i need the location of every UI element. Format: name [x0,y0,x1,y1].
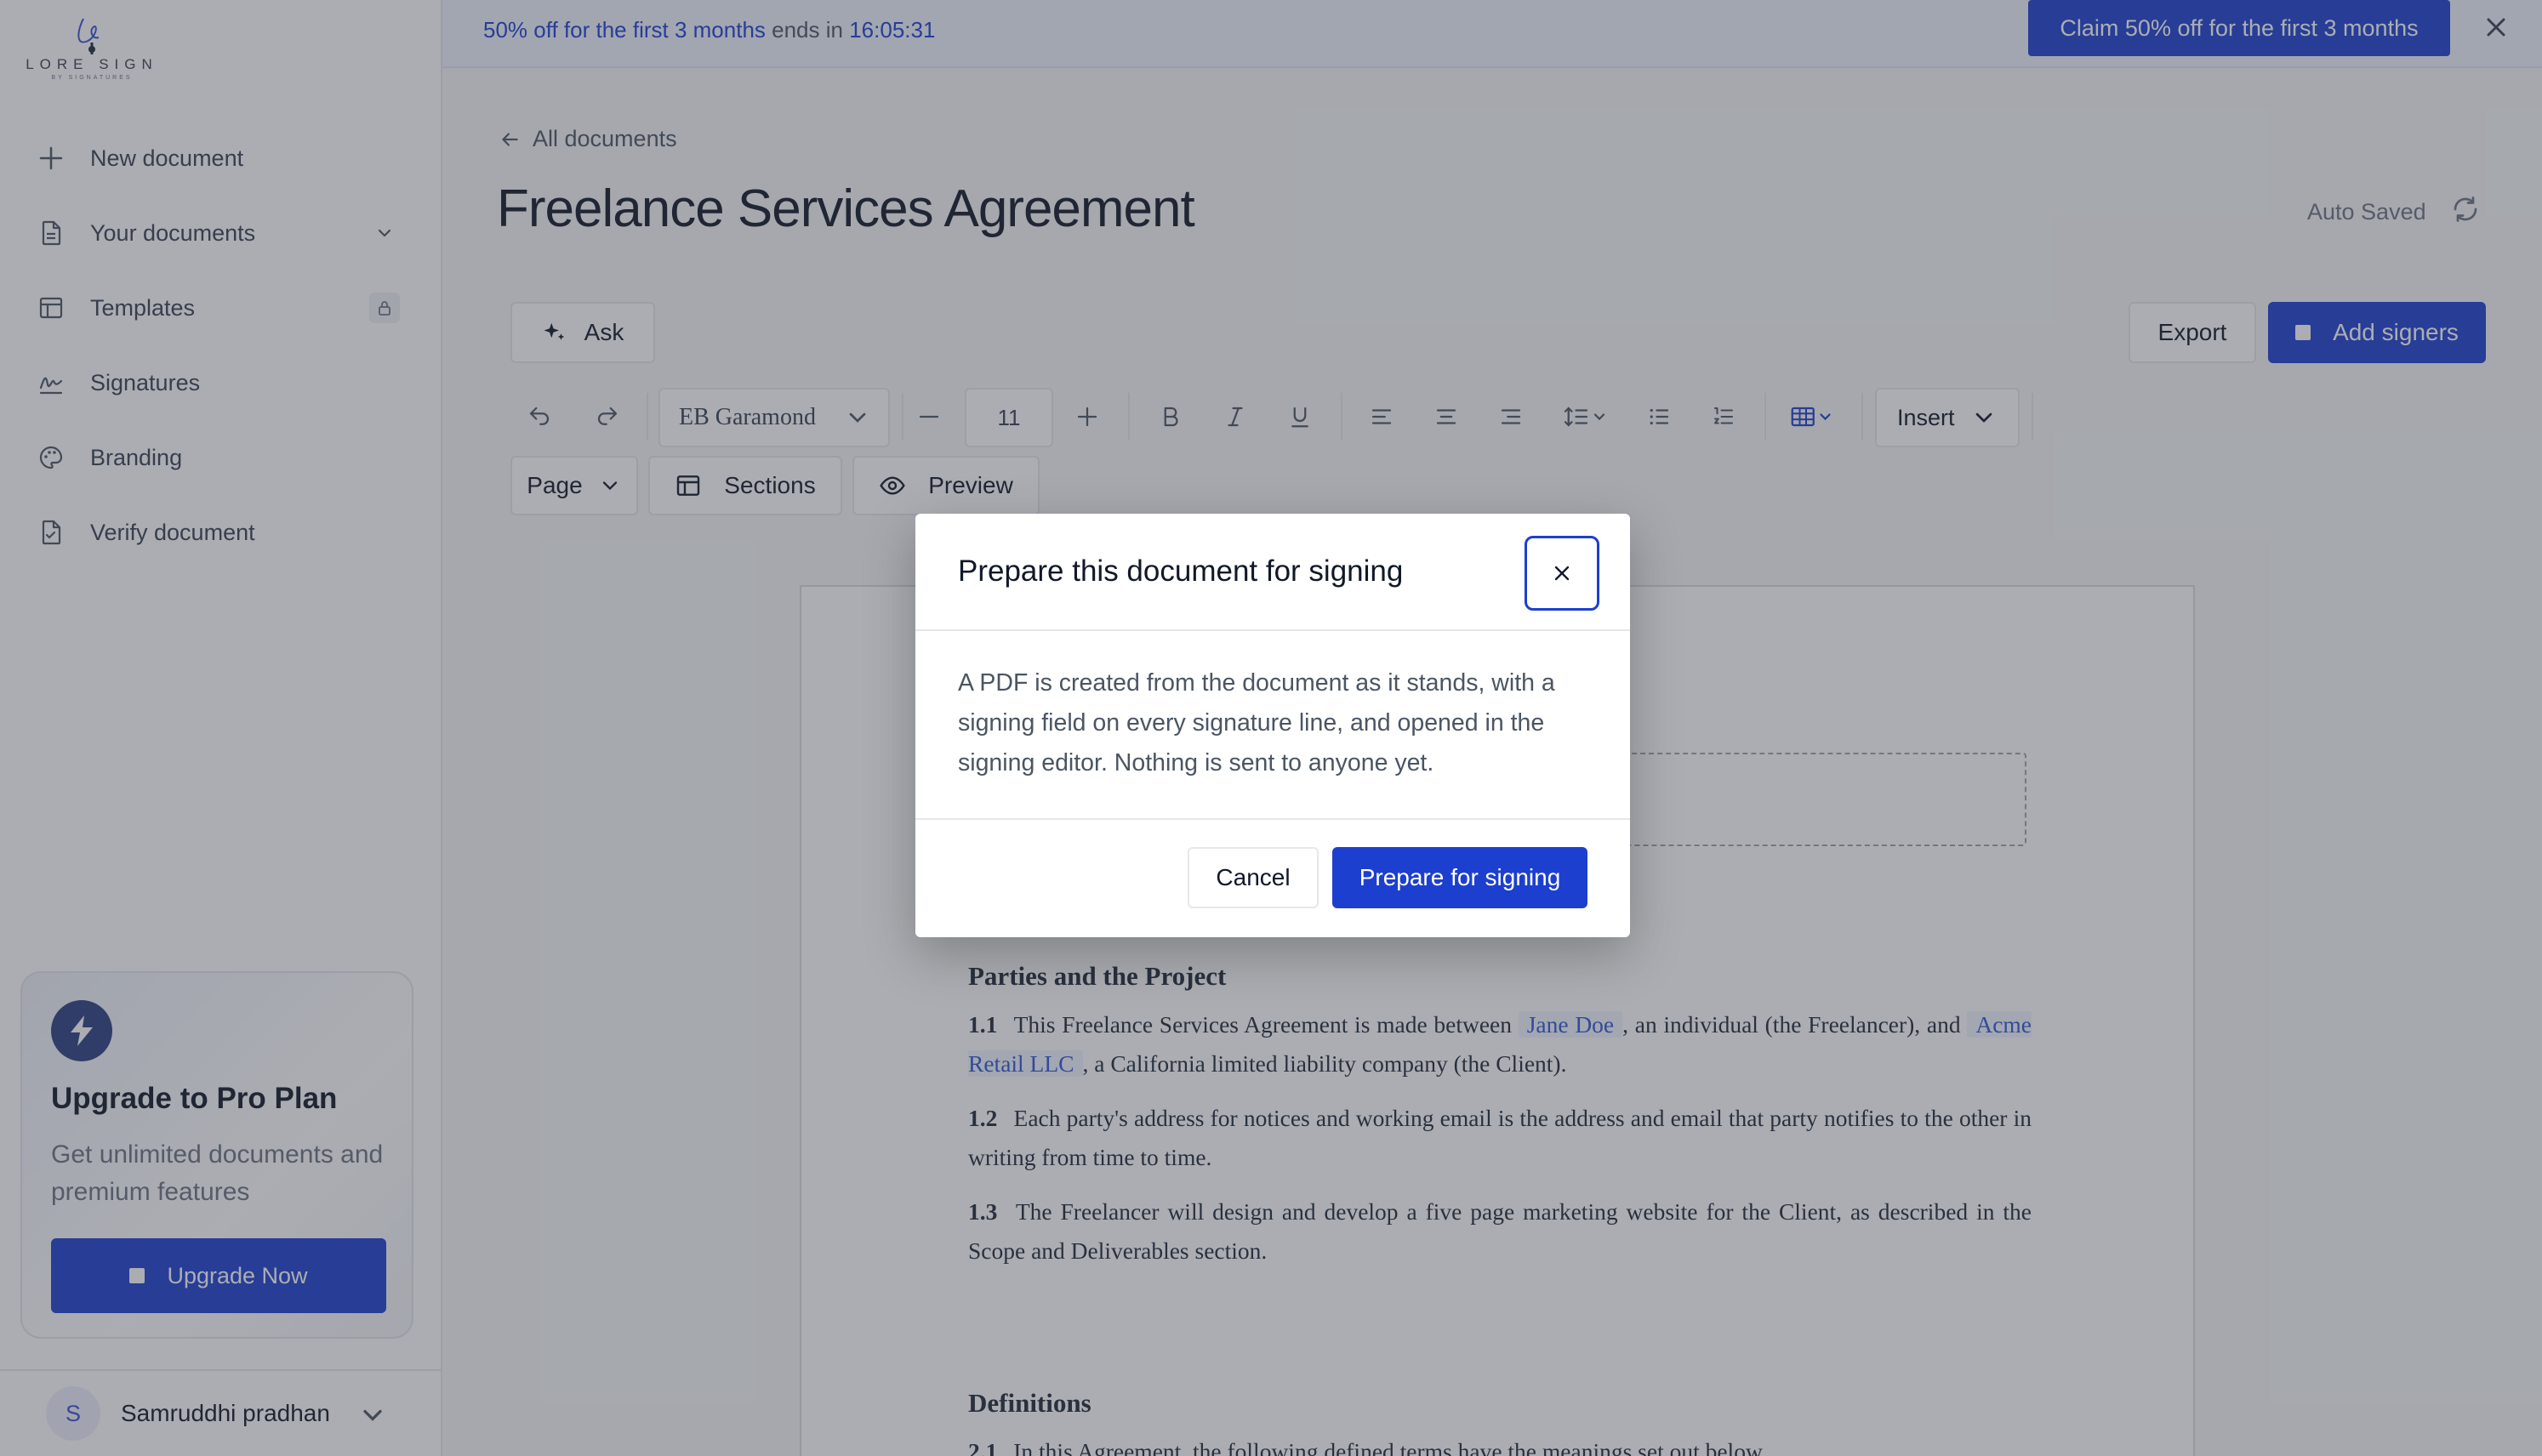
close-icon [1554,566,1570,581]
cancel-button[interactable]: Cancel [1188,847,1319,908]
dialog-body: A PDF is created from the document as it… [958,669,1555,776]
dialog-close-button[interactable] [1525,536,1599,611]
dialog-divider [915,818,1630,820]
prepare-for-signing-button[interactable]: Prepare for signing [1332,847,1587,908]
dialog-divider [915,629,1630,631]
dialog-title: Prepare this document for signing [958,555,1404,588]
prepare-signing-dialog: Prepare this document for signing A PDF … [915,514,1630,937]
